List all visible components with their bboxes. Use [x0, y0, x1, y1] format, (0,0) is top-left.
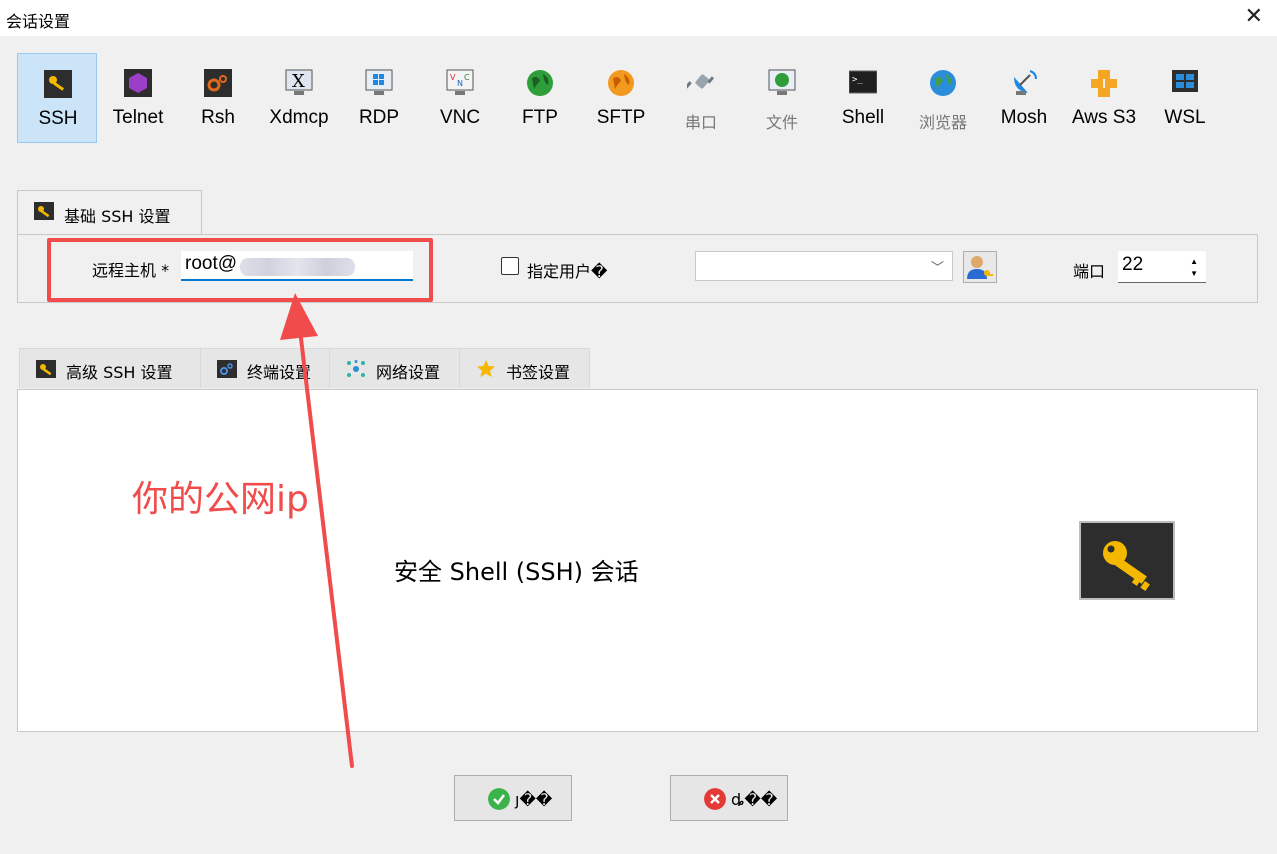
- user-manager-button[interactable]: [963, 251, 997, 283]
- svg-text:N: N: [457, 79, 463, 88]
- ftp-globe-icon: [527, 70, 553, 96]
- key-icon: [36, 360, 56, 378]
- star-icon: [477, 360, 495, 377]
- close-icon[interactable]: ✕: [1245, 4, 1263, 29]
- ssh-key-icon: [1079, 521, 1175, 600]
- specify-user-label: 指定用户�: [527, 262, 608, 281]
- chevron-down-icon: ﹀: [930, 261, 944, 276]
- close-circle-icon: [704, 788, 726, 810]
- svg-text:X: X: [292, 71, 305, 92]
- tab-label: 书签设置: [506, 363, 571, 382]
- browser-globe-icon: [930, 70, 956, 96]
- network-icon: [347, 360, 365, 377]
- vnc-icon: VNC: [446, 69, 474, 95]
- tab-label: 终端设置: [247, 363, 312, 382]
- protocol-wsl[interactable]: WSL: [1145, 53, 1225, 143]
- protocol-sftp[interactable]: SFTP: [581, 53, 661, 143]
- protocol-label: VNC: [439, 107, 481, 128]
- telnet-icon: [124, 69, 152, 97]
- session-description: 安全 Shell (SSH) 会话: [394, 558, 639, 586]
- protocol-label: 串口: [684, 113, 717, 132]
- protocol-vnc[interactable]: VNC VNC: [420, 53, 500, 143]
- protocol-ssh[interactable]: SSH: [17, 53, 97, 143]
- shell-terminal-icon: >_: [849, 70, 877, 94]
- protocol-rsh[interactable]: Rsh: [178, 53, 258, 143]
- annotation-highlight-box: [47, 238, 433, 302]
- protocol-xdmcp[interactable]: X Xdmcp: [259, 53, 339, 143]
- spin-up-icon[interactable]: ▲: [1190, 257, 1198, 266]
- port-label: 端口: [1073, 262, 1106, 281]
- key-icon: [34, 202, 54, 220]
- protocol-telnet[interactable]: Telnet: [98, 53, 178, 143]
- ok-button-label: ȷ��: [515, 790, 553, 809]
- mosh-dish-icon: [1014, 70, 1037, 95]
- protocol-label: RDP: [358, 107, 400, 128]
- cancel-button[interactable]: ȡ��: [670, 775, 788, 821]
- protocol-serial[interactable]: 串口: [661, 53, 741, 143]
- port-input[interactable]: 22 ▲ ▼: [1118, 251, 1206, 283]
- username-select[interactable]: ﹀: [695, 251, 953, 281]
- serial-plug-icon: [687, 74, 715, 89]
- protocol-mosh[interactable]: Mosh: [984, 53, 1064, 143]
- protocol-label: Shell: [841, 107, 885, 128]
- tab-bookmark-settings[interactable]: 书签设置: [459, 348, 590, 388]
- tab-network-settings[interactable]: 网络设置: [329, 348, 460, 388]
- title-bar: 会话设置 ✕: [0, 0, 1277, 36]
- rsh-icon: [204, 69, 232, 97]
- protocol-label: Xdmcp: [269, 107, 329, 128]
- windows-icon: [1172, 70, 1198, 92]
- xdmcp-icon: X: [285, 69, 313, 95]
- window-title: 会话设置: [6, 12, 71, 31]
- svg-text:C: C: [464, 73, 470, 82]
- protocol-label: FTP: [522, 107, 558, 128]
- protocol-aws-s3[interactable]: Aws S3: [1064, 53, 1144, 143]
- svg-text:>_: >_: [852, 75, 863, 85]
- protocol-label: Mosh: [1000, 107, 1048, 128]
- cancel-button-label: ȡ��: [731, 790, 778, 809]
- port-value: 22: [1122, 254, 1144, 275]
- protocol-label: Telnet: [112, 107, 164, 128]
- protocol-label: 文件: [765, 113, 798, 132]
- protocol-label: SFTP: [596, 107, 646, 128]
- protocol-shell[interactable]: >_ Shell: [823, 53, 903, 143]
- protocol-label: WSL: [1164, 107, 1206, 128]
- specify-user-checkbox[interactable]: [501, 257, 519, 275]
- tab-basic-ssh-settings[interactable]: 基础 SSH 设置: [17, 190, 202, 236]
- protocol-file[interactable]: 文件: [742, 53, 822, 143]
- user-key-icon: [967, 256, 993, 279]
- aws-s3-icon: [1091, 70, 1117, 97]
- protocol-label: Rsh: [201, 107, 235, 128]
- tab-label: 高级 SSH 设置: [66, 363, 173, 382]
- spin-down-icon[interactable]: ▼: [1190, 269, 1198, 278]
- ok-button[interactable]: ȷ��: [454, 775, 572, 821]
- protocol-label: 浏览器: [918, 113, 967, 132]
- terminal-settings-icon: [217, 360, 237, 378]
- key-icon: [44, 70, 72, 98]
- sftp-globe-icon: [608, 70, 634, 96]
- protocol-label: Aws S3: [1071, 107, 1137, 128]
- protocol-label: SSH: [38, 108, 78, 129]
- file-monitor-icon: [768, 69, 796, 95]
- annotation-text: 你的公网ip: [132, 479, 309, 520]
- protocol-browser[interactable]: 浏览器: [903, 53, 983, 143]
- svg-text:V: V: [450, 73, 456, 82]
- protocol-ftp[interactable]: FTP: [500, 53, 580, 143]
- tab-advanced-ssh-settings[interactable]: 高级 SSH 设置: [19, 348, 201, 388]
- protocol-rdp[interactable]: RDP: [339, 53, 419, 143]
- tab-label: 基础 SSH 设置: [64, 207, 171, 226]
- checkmark-icon: [488, 788, 510, 810]
- rdp-icon: [365, 69, 393, 95]
- tab-label: 网络设置: [376, 363, 441, 382]
- tab-terminal-settings[interactable]: 终端设置: [200, 348, 330, 388]
